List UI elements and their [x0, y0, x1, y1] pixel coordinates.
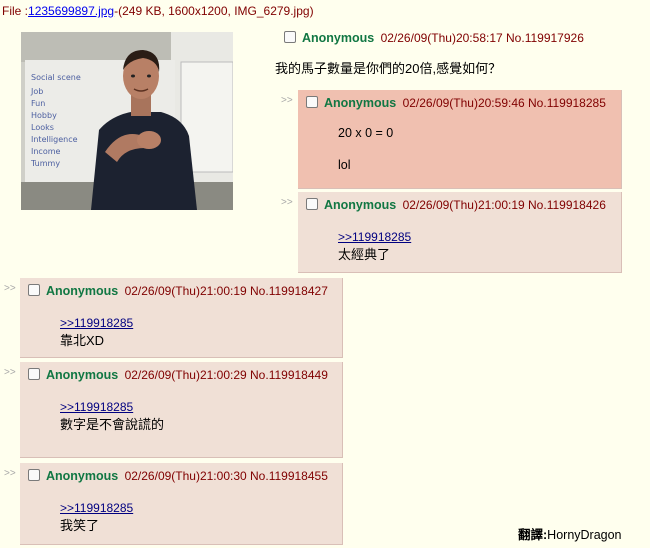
op-checkbox[interactable]: [284, 31, 296, 43]
reply-line-2: lol: [338, 158, 351, 172]
file-info: File :1235699897.jpg-(249 KB, 1600x1200,…: [2, 4, 314, 18]
reply-header: Anonymous 02/26/09(Thu)20:59:46 No.11991…: [306, 96, 606, 110]
file-meta: -(249 KB, 1600x1200, IMG_6279.jpg): [114, 4, 314, 18]
reply-checkbox[interactable]: [306, 198, 318, 210]
reply-text: 太經典了: [338, 247, 391, 262]
wb-line-1: Job: [30, 87, 43, 96]
wb-line-5: Intelligence: [31, 135, 78, 144]
translator-credit: 翻譯:HornyDragon: [518, 524, 622, 543]
reply-checkbox[interactable]: [306, 96, 318, 108]
op-message: 我的馬子數量是你們的20倍,感覺如何？: [275, 61, 502, 76]
reply-post: Anonymous 02/26/09(Thu)20:59:46 No.11991…: [298, 90, 622, 189]
post-datetime: 02/26/09(Thu)21:00:19: [402, 198, 525, 212]
wb-line-0: Social scene: [31, 73, 81, 82]
op-image[interactable]: Social scene Job Fun Hobby Looks Intelli…: [21, 32, 233, 210]
post-datetime: 02/26/09(Thu)20:58:17: [380, 31, 503, 45]
wb-line-7: Tummy: [30, 159, 60, 168]
post-number[interactable]: No.119918449: [250, 368, 328, 382]
credit-label: 翻譯:: [518, 528, 548, 542]
wb-line-3: Hobby: [31, 111, 57, 120]
post-number[interactable]: No.119918427: [250, 284, 328, 298]
file-link[interactable]: 1235699897.jpg: [28, 4, 114, 18]
wb-line-6: Income: [31, 147, 61, 156]
reply-arrow: >>: [281, 95, 293, 106]
post-datetime: 02/26/09(Thu)21:00:30: [124, 469, 247, 483]
quote-link[interactable]: >>119918285: [60, 316, 133, 330]
reply-body: >>119918285 數字是不會說謊的: [60, 398, 164, 434]
post-datetime: 02/26/09(Thu)21:00:29: [124, 368, 247, 382]
reply-arrow: >>: [4, 367, 16, 378]
reply-header: Anonymous 02/26/09(Thu)21:00:19 No.11991…: [306, 198, 606, 212]
credit-name: HornyDragon: [547, 528, 622, 542]
reply-body: >>119918285 我笑了: [60, 499, 133, 535]
reply-arrow: >>: [281, 197, 293, 208]
reply-body: 20 x 0 = 0 lol: [338, 124, 393, 174]
reply-checkbox[interactable]: [28, 284, 40, 296]
post-datetime: 02/26/09(Thu)21:00:19: [124, 284, 247, 298]
op-header: Anonymous 02/26/09(Thu)20:58:17 No.11991…: [284, 31, 584, 45]
file-label: File :: [2, 4, 29, 18]
reply-arrow: >>: [4, 468, 16, 479]
reply-header: Anonymous 02/26/09(Thu)21:00:30 No.11991…: [28, 469, 328, 483]
poster-name: Anonymous: [46, 469, 119, 483]
reply-header: Anonymous 02/26/09(Thu)21:00:29 No.11991…: [28, 368, 328, 382]
reply-checkbox[interactable]: [28, 469, 40, 481]
wb-line-2: Fun: [31, 99, 45, 108]
poster-name: Anonymous: [302, 31, 375, 45]
reply-text: 數字是不會說謊的: [60, 417, 165, 432]
reply-arrow: >>: [4, 283, 16, 294]
reply-body: >>119918285 靠北XD: [60, 314, 133, 350]
reply-line-1: 20 x 0 = 0: [338, 126, 394, 140]
post-number[interactable]: No.119917926: [506, 31, 584, 45]
wb-line-4: Looks: [31, 123, 54, 132]
quote-link[interactable]: >>119918285: [338, 230, 411, 244]
post-number[interactable]: No.119918426: [528, 198, 606, 212]
reply-checkbox[interactable]: [28, 368, 40, 380]
reply-text: 我笑了: [60, 518, 100, 533]
quote-link[interactable]: >>119918285: [60, 400, 133, 414]
reply-body: >>119918285 太經典了: [338, 228, 411, 264]
op-post: Anonymous 02/26/09(Thu)20:58:17 No.11991…: [275, 31, 584, 76]
poster-name: Anonymous: [324, 198, 397, 212]
poster-name: Anonymous: [46, 284, 119, 298]
post-number[interactable]: No.119918285: [528, 96, 606, 110]
post-datetime: 02/26/09(Thu)20:59:46: [402, 96, 525, 110]
reply-post: Anonymous 02/26/09(Thu)21:00:19 No.11991…: [298, 192, 622, 273]
reply-post: Anonymous 02/26/09(Thu)21:00:19 No.11991…: [20, 278, 343, 358]
quote-link[interactable]: >>119918285: [60, 501, 133, 515]
reply-text: 靠北XD: [60, 333, 105, 348]
reply-header: Anonymous 02/26/09(Thu)21:00:19 No.11991…: [28, 284, 328, 298]
poster-name: Anonymous: [324, 96, 397, 110]
poster-name: Anonymous: [46, 368, 119, 382]
reply-post: Anonymous 02/26/09(Thu)21:00:30 No.11991…: [20, 463, 343, 545]
post-number[interactable]: No.119918455: [250, 469, 328, 483]
reply-post: Anonymous 02/26/09(Thu)21:00:29 No.11991…: [20, 362, 343, 458]
